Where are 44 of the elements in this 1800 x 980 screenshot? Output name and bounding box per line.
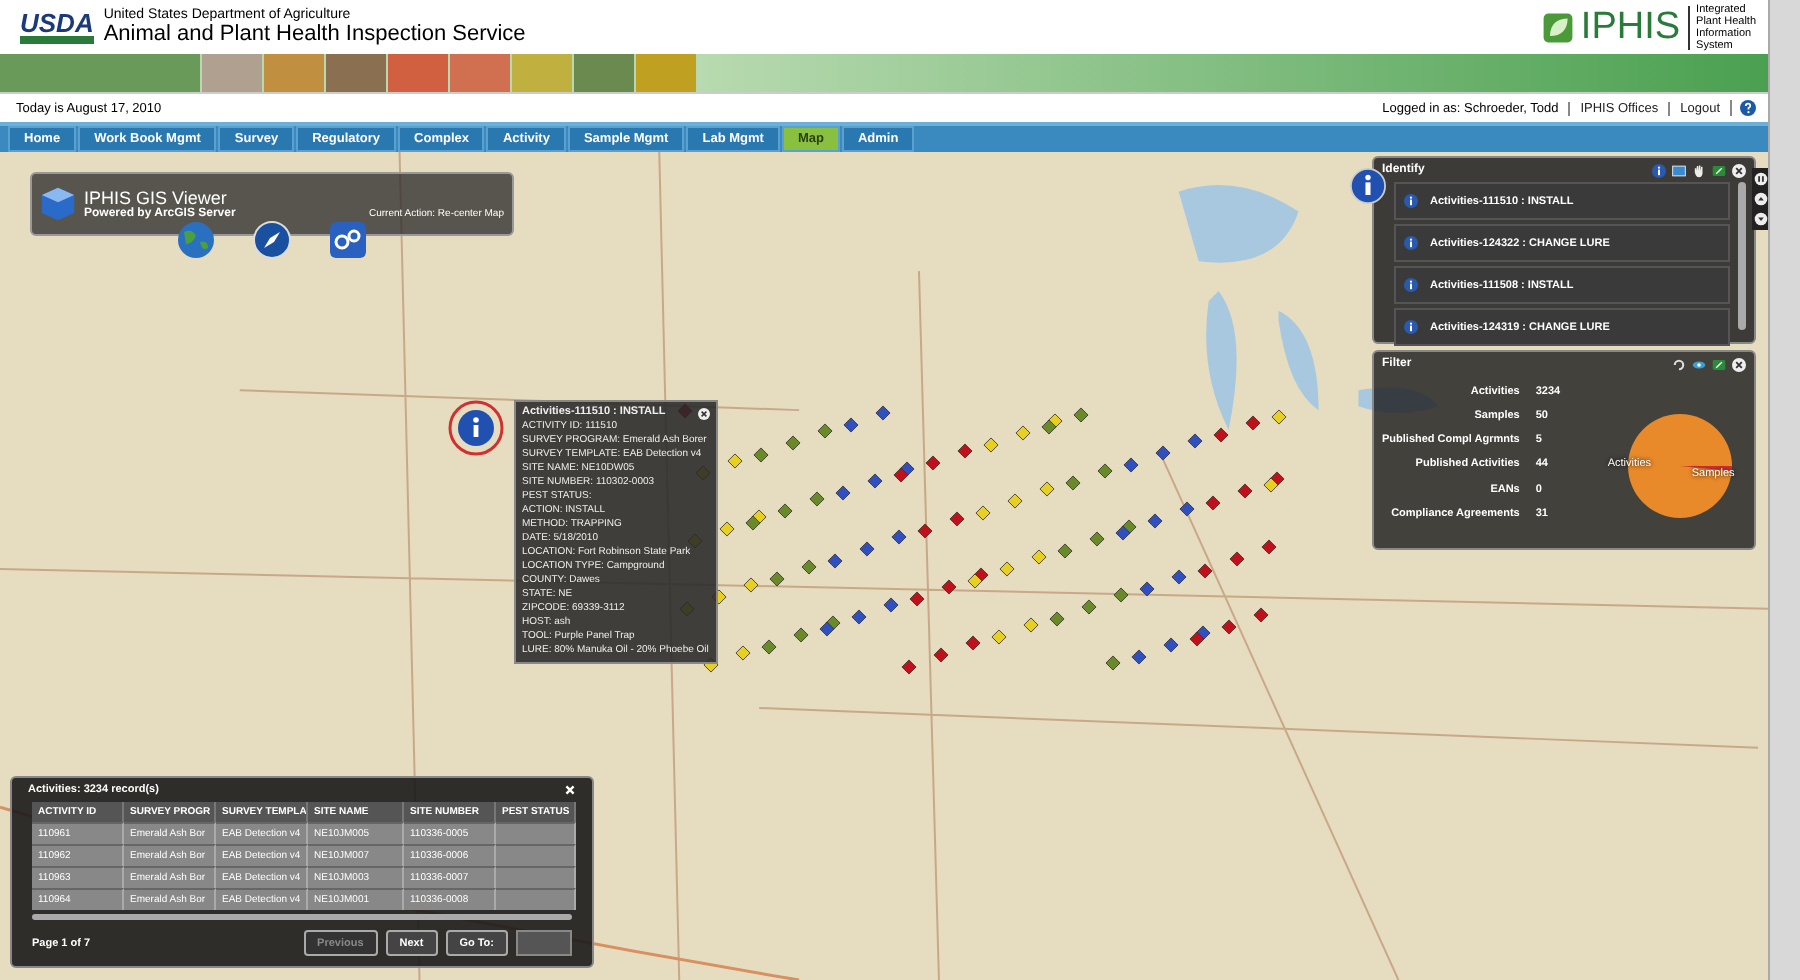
settings-icon[interactable] [328,220,368,260]
globe-icon[interactable] [176,220,216,260]
eye-icon[interactable] [1692,357,1706,371]
info-marker-icon[interactable] [448,400,504,456]
photo-placeholder [636,54,696,92]
info-icon [1404,320,1418,334]
table-cell [496,844,576,866]
photo-placeholder [388,54,448,92]
page-input-field[interactable] [516,930,572,956]
photo-placeholder [574,54,634,92]
info-icon[interactable] [1350,168,1386,204]
info-icon [1404,194,1418,208]
leaf-logo-icon [1542,11,1575,43]
window-icon[interactable] [1672,163,1686,177]
pause-icon[interactable] [1754,172,1768,186]
page-scrollbar[interactable] [1768,0,1800,980]
close-icon[interactable] [1732,163,1746,177]
compass-icon[interactable] [252,220,292,260]
up-icon[interactable] [1754,192,1768,206]
close-icon[interactable] [1732,357,1746,371]
down-icon[interactable] [1754,212,1768,226]
photo-placeholder [326,54,386,92]
close-icon[interactable] [698,407,710,419]
minimize-icon[interactable] [1712,163,1726,177]
scrollbar[interactable] [32,914,572,920]
minimize-icon[interactable] [1712,357,1726,371]
usda-logo: USDA [20,10,94,44]
table-cell [496,822,576,844]
info-icon [1404,236,1418,250]
photo-placeholder [512,54,572,92]
cube-logo-icon [40,186,76,222]
panel-title: IPHIS GIS Viewer [84,188,227,208]
table-cell [496,888,576,910]
help-icon[interactable] [1730,100,1757,116]
hand-icon[interactable] [1692,163,1706,177]
agency-name: Animal and Plant Health Inspection Service [103,22,526,46]
app-logo: IPHIS [1580,5,1691,49]
photo-placeholder [450,54,510,92]
info-icon [1404,278,1418,292]
refresh-icon[interactable] [1672,357,1686,371]
table-cell [496,866,576,888]
scrollbar[interactable] [1738,182,1746,330]
photo-placeholder [264,54,324,92]
info-icon[interactable] [1652,163,1666,177]
